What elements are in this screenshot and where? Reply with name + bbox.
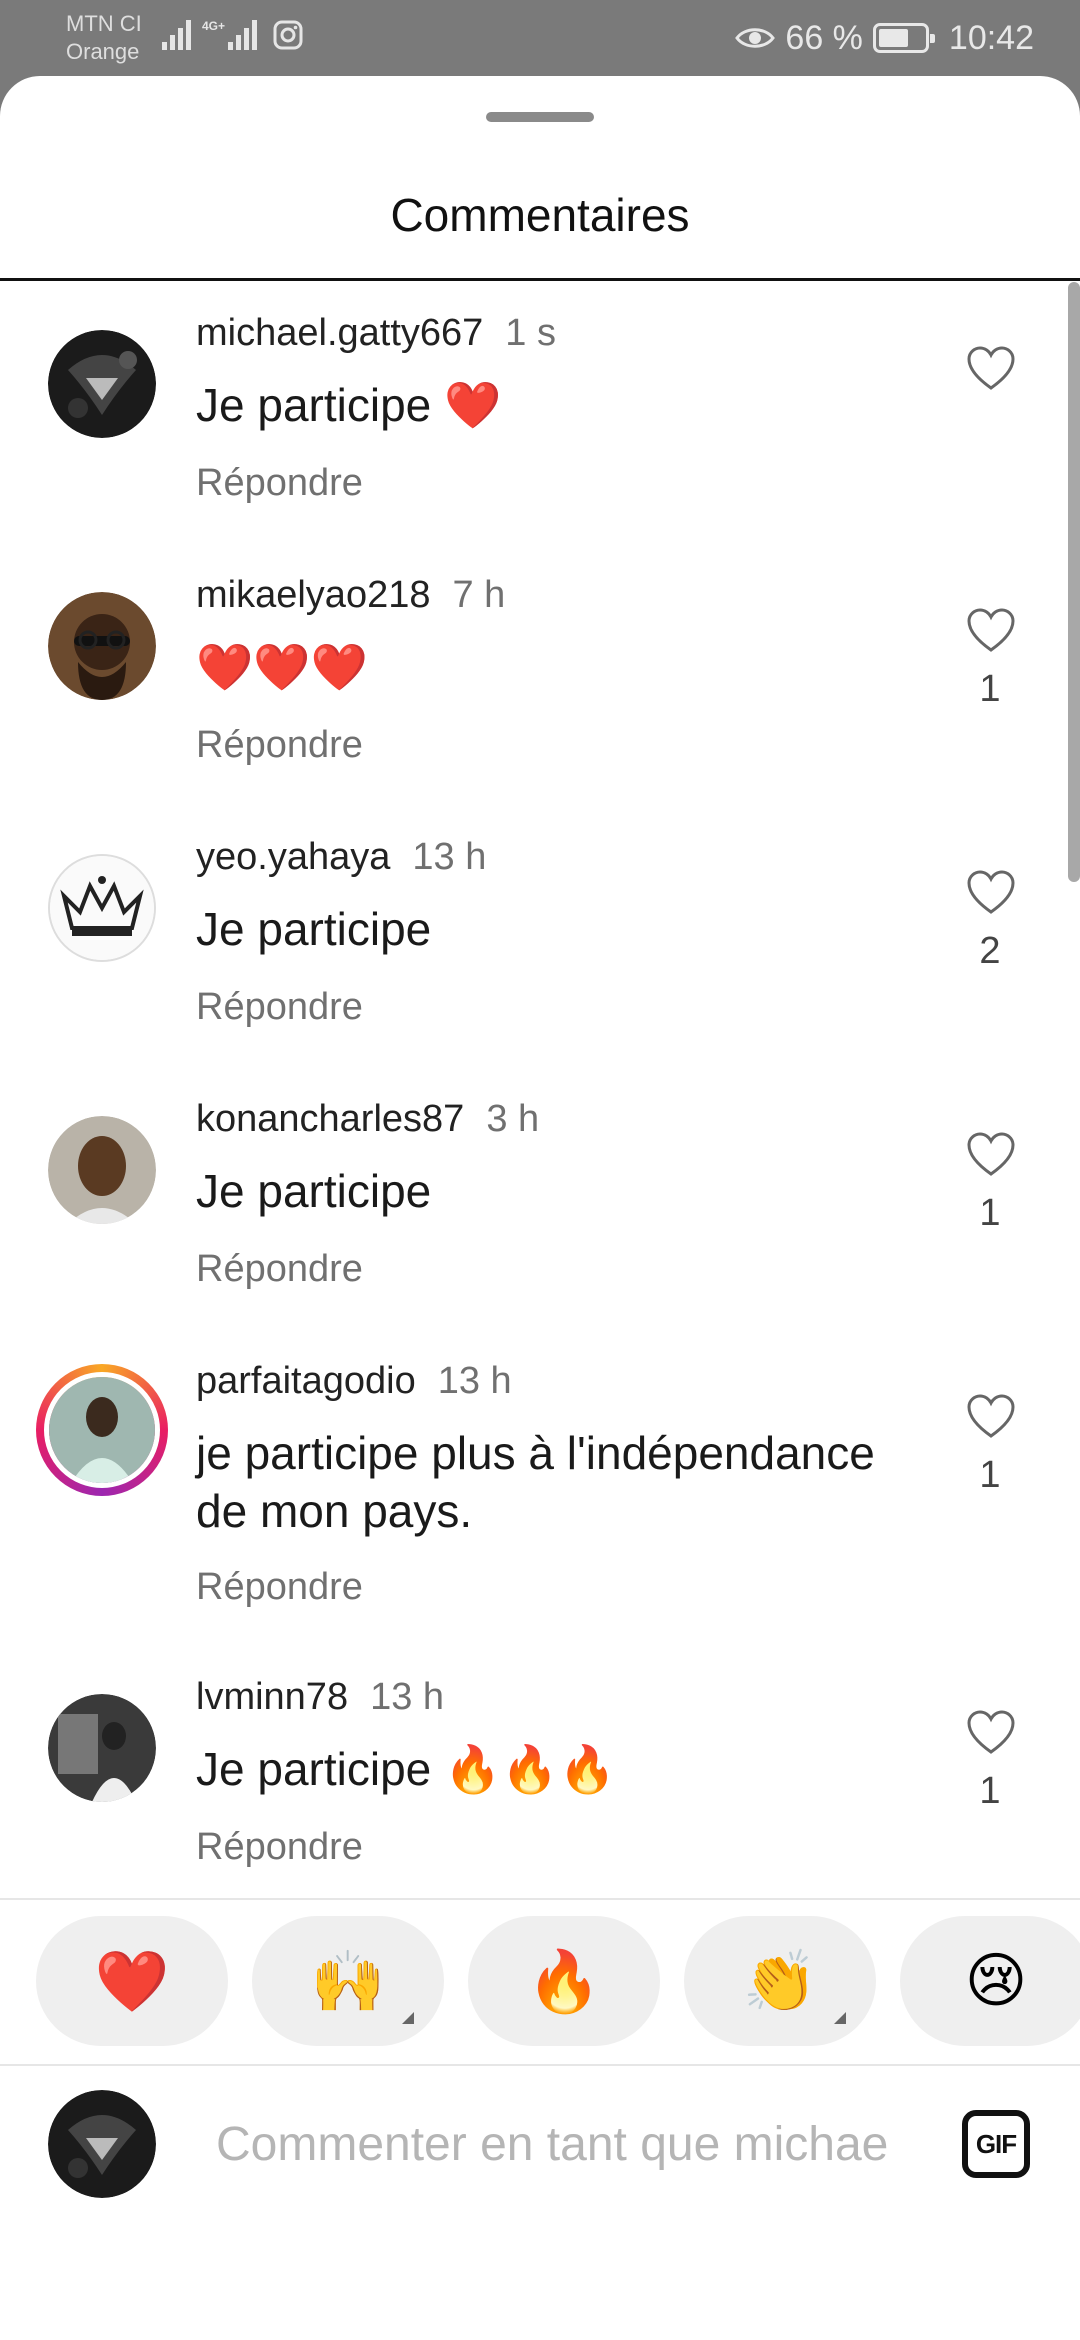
reply-button[interactable]: Répondre — [196, 724, 363, 767]
skin-tone-indicator — [402, 2012, 414, 2024]
comment-username-row: yeo.yahaya 13 h — [196, 836, 486, 879]
reactions-divider — [0, 1898, 1080, 1900]
comment-time: 3 h — [486, 1098, 540, 1140]
carrier-1: MTN CI — [66, 11, 142, 36]
comment-time: 7 h — [452, 574, 506, 616]
sheet-title: Commentaires — [390, 189, 690, 241]
heart-icon[interactable] — [966, 1394, 1016, 1440]
gif-button[interactable]: GIF — [962, 2110, 1030, 2178]
comment-username[interactable]: parfaitagodio — [196, 1360, 416, 1402]
heart-icon[interactable] — [966, 608, 1016, 654]
status-right: 66 % 10:42 — [735, 14, 1034, 62]
reaction-emoji: ❤️ — [94, 1947, 170, 2015]
composer-divider — [0, 2064, 1080, 2066]
comment-input[interactable] — [216, 2104, 916, 2184]
comment-username[interactable]: lvminn78 — [196, 1676, 348, 1718]
carrier-labels: MTN CI Orange — [66, 10, 142, 66]
like-count: 1 — [979, 1770, 1001, 1812]
status-bar: MTN CI Orange 4G+ 66 % 10:42 — [0, 0, 1080, 76]
heart-icon[interactable] — [966, 1132, 1016, 1178]
gif-label: GIF — [975, 2128, 1017, 2159]
reaction-emoji: 🙌 — [310, 1947, 386, 2015]
reaction-emoji: 👏 — [742, 1947, 818, 2015]
reaction-fire[interactable]: 🔥 — [468, 1916, 660, 2046]
instagram-icon — [273, 20, 303, 50]
comment-username-row: michael.gatty667 1 s — [196, 312, 556, 355]
comment-username-row: lvminn78 13 h — [196, 1676, 444, 1719]
reaction-raised-hands[interactable]: 🙌 — [252, 1916, 444, 2046]
like-count: 1 — [979, 1454, 1001, 1496]
comment-text: Je participe — [196, 903, 432, 955]
comment-text: Je participe — [196, 1165, 432, 1217]
composer-avatar — [48, 2090, 156, 2198]
avatar-story-ring[interactable] — [36, 1364, 168, 1496]
like-count: 1 — [979, 1192, 1001, 1234]
avatar — [44, 1372, 160, 1488]
comment-username[interactable]: konancharles87 — [196, 1098, 464, 1140]
comment-username[interactable]: mikaelyao218 — [196, 574, 430, 616]
battery-icon — [872, 23, 935, 53]
signal-icon — [162, 20, 191, 50]
battery-percent: 66 % — [785, 18, 863, 57]
reaction-clap[interactable]: 👏 — [684, 1916, 876, 2046]
comment-time: 13 h — [412, 836, 487, 878]
avatar[interactable] — [48, 330, 156, 438]
comment-username[interactable]: michael.gatty667 — [196, 312, 483, 354]
comment-text: ❤️❤️❤️ — [196, 641, 368, 693]
like-count: 2 — [979, 930, 1001, 972]
reply-button[interactable]: Répondre — [196, 1566, 363, 1609]
avatar[interactable] — [48, 1694, 156, 1802]
battery-level — [878, 29, 908, 47]
comment-time: 1 s — [505, 312, 556, 354]
avatar[interactable] — [48, 592, 156, 700]
reply-button[interactable]: Répondre — [196, 986, 363, 1029]
reaction-crying[interactable]: 😢 — [900, 1916, 1080, 2046]
reply-button[interactable]: Répondre — [196, 1826, 363, 1869]
scrollbar[interactable] — [1068, 282, 1080, 882]
comment-username[interactable]: yeo.yahaya — [196, 836, 390, 878]
title-divider — [0, 278, 1080, 281]
signal-4g-icon: 4G+ — [202, 19, 257, 50]
reaction-emoji: 😢 — [964, 1947, 1028, 2014]
comments-sheet: Commentaires michael.gatty667 1 s Je part… — [0, 76, 1080, 2340]
network-label: 4G+ — [202, 19, 225, 33]
quick-reactions: ❤️ 🙌 🔥 👏 😢 — [36, 1916, 1080, 2046]
heart-icon[interactable] — [966, 870, 1016, 916]
comment-text: Je participe ❤️ — [196, 379, 502, 431]
eye-icon — [735, 28, 776, 48]
clock: 10:42 — [948, 18, 1034, 57]
comment-username-row: parfaitagodio 13 h — [196, 1360, 512, 1403]
comment-time: 13 h — [437, 1360, 512, 1402]
comment-text: Je participe 🔥🔥🔥 — [196, 1743, 616, 1795]
comment-text: je participe plus à l'indépendance de mo… — [196, 1427, 875, 1537]
skin-tone-indicator — [834, 2012, 846, 2024]
avatar[interactable] — [48, 1116, 156, 1224]
comment-username-row: mikaelyao218 7 h — [196, 574, 505, 617]
heart-icon[interactable] — [966, 1710, 1016, 1756]
like-count: 1 — [979, 668, 1001, 710]
comment-username-row: konancharles87 3 h — [196, 1098, 539, 1141]
comment-time: 13 h — [370, 1676, 445, 1718]
reaction-emoji: 🔥 — [526, 1947, 602, 2015]
heart-icon[interactable] — [966, 346, 1016, 392]
carrier-2: Orange — [66, 39, 140, 64]
reply-button[interactable]: Répondre — [196, 462, 363, 505]
reply-button[interactable]: Répondre — [196, 1248, 363, 1291]
reaction-heart[interactable]: ❤️ — [36, 1916, 228, 2046]
drag-handle[interactable] — [486, 112, 594, 122]
avatar[interactable] — [48, 854, 156, 962]
